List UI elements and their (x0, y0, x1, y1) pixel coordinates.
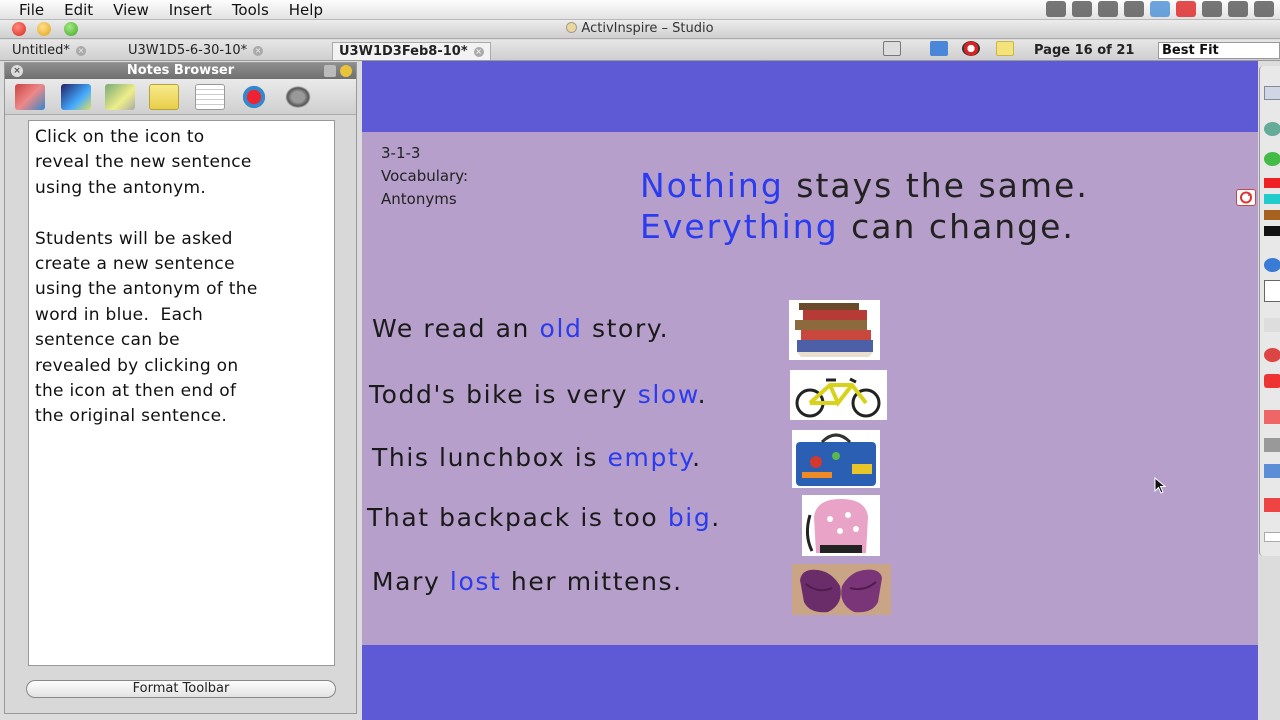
headline-line-2: Everything can change. (640, 207, 1075, 246)
close-tab-icon[interactable]: × (75, 46, 86, 56)
antonym-word: slow (637, 380, 698, 409)
color-brown-swatch[interactable] (1264, 210, 1280, 220)
resource-browser-icon[interactable] (61, 84, 91, 110)
headline: Nothing stays the same. Everything can c… (640, 165, 1089, 247)
dropbox-icon[interactable] (1150, 1, 1170, 17)
window-title: ActivInspire – Studio (0, 21, 1280, 36)
tab-u3w1d5[interactable]: U3W1D5-6-30-10* × (128, 42, 264, 60)
sentence-2[interactable]: Todd's bike is very slow. (369, 380, 707, 409)
zoom-select[interactable]: Best Fit (1158, 42, 1280, 59)
webcam-icon[interactable] (1098, 1, 1118, 17)
no-entry-icon[interactable] (962, 41, 980, 56)
page-browser-icon[interactable] (15, 84, 45, 110)
sentence-5[interactable]: Mary lost her mittens. (372, 567, 683, 596)
bicycle-image[interactable] (790, 370, 887, 420)
menu-edit[interactable]: Edit (54, 0, 103, 20)
select-tool-icon[interactable] (1264, 258, 1280, 272)
notes-browser-icon[interactable] (149, 84, 179, 110)
lesson-subject: Vocabulary: (381, 167, 469, 185)
time-machine-icon[interactable] (1254, 1, 1274, 17)
fill-icon[interactable] (1264, 464, 1280, 478)
sentence-3[interactable]: This lunchbox is empty. (372, 443, 702, 472)
note-text: Click on the icon to reveal the new sent… (35, 127, 258, 427)
display-icon[interactable] (1228, 1, 1248, 17)
panel-pin-icon[interactable] (340, 65, 352, 77)
sticky-note-icon[interactable] (996, 41, 1014, 56)
refresh-action-icon[interactable] (1236, 189, 1256, 206)
books-image[interactable] (789, 300, 880, 360)
x-status-icon[interactable] (1176, 1, 1196, 17)
close-tab-icon[interactable]: × (253, 46, 264, 56)
lesson-meta: 3-1-3 Vocabulary: Antonyms (381, 142, 468, 211)
headline-line-1: Nothing stays the same. (640, 166, 1089, 205)
forward-icon[interactable] (1264, 152, 1280, 166)
antonym-word: lost (449, 567, 502, 596)
sentence-4[interactable]: That backpack is too big. (367, 503, 721, 532)
antonym-word: big (667, 503, 712, 532)
delete-icon[interactable] (1264, 498, 1280, 512)
color-cyan-swatch[interactable] (1264, 194, 1280, 204)
menu-bar: File Edit View Insert Tools Help (0, 0, 1280, 20)
status-icon[interactable] (1046, 1, 1066, 17)
menu-extras (1046, 1, 1274, 17)
menu-help[interactable]: Help (279, 0, 333, 20)
notes-browser-panel: × Notes Browser Click on the icon to rev… (4, 62, 357, 714)
format-toolbar-button[interactable]: Format Toolbar (26, 680, 336, 698)
main-toolbox (1259, 66, 1280, 556)
pen-tool-icon[interactable] (1264, 280, 1280, 302)
menu-tools[interactable]: Tools (222, 0, 279, 20)
clear-icon[interactable] (1264, 410, 1280, 424)
color-red-swatch[interactable] (1264, 178, 1280, 188)
tab-untitled[interactable]: Untitled* × (12, 42, 86, 60)
close-panel-icon[interactable]: × (11, 65, 23, 77)
lunchbox-image[interactable] (792, 430, 880, 488)
lesson-code: 3-1-3 (381, 144, 421, 162)
connector-icon[interactable] (1264, 438, 1280, 452)
collapse-toolbox-icon[interactable] (1264, 532, 1280, 542)
close-tab-icon[interactable]: × (473, 47, 484, 57)
object-browser-icon[interactable] (105, 84, 135, 110)
window-title-bar: ActivInspire – Studio (0, 20, 1280, 39)
main-menu-icon[interactable] (1264, 86, 1280, 100)
scripts-icon[interactable] (1124, 1, 1144, 17)
shape-tool-icon[interactable] (1264, 374, 1280, 388)
page-sorter-icon[interactable] (883, 41, 901, 56)
page-indicator: Page 16 of 21 (1034, 43, 1135, 58)
antonym-word: old (539, 314, 583, 343)
document-icon (566, 22, 578, 33)
property-browser-icon[interactable] (195, 84, 225, 110)
antonym-word: empty (607, 443, 693, 472)
menu-view[interactable]: View (103, 0, 159, 20)
camera-icon[interactable] (1072, 1, 1092, 17)
tab-u3w1d3[interactable]: U3W1D3Feb8-10* × (332, 42, 491, 60)
notes-browser-header: × Notes Browser (5, 63, 356, 79)
panel-menu-icon[interactable] (324, 65, 336, 77)
browser-selector (5, 79, 356, 115)
menu-file[interactable]: File (0, 0, 54, 20)
notes-editor[interactable]: Click on the icon to reveal the new sent… (28, 120, 335, 666)
document-tab-bar: Untitled* × U3W1D5-6-30-10* × U3W1D3Feb8-1… (0, 40, 1280, 61)
highlighter-icon[interactable] (1264, 318, 1280, 332)
voting-browser-icon[interactable] (283, 84, 313, 110)
action-browser-icon[interactable] (239, 84, 269, 110)
eraser-icon[interactable] (1264, 348, 1280, 362)
menu-insert[interactable]: Insert (159, 0, 222, 20)
backpack-image[interactable] (802, 495, 880, 556)
color-black-swatch[interactable] (1264, 226, 1280, 236)
sentence-1[interactable]: We read an old story. (372, 314, 669, 343)
film-icon[interactable] (1202, 1, 1222, 17)
lesson-topic: Antonyms (381, 190, 457, 208)
mouse-cursor-icon (1154, 476, 1168, 499)
mittens-image[interactable] (792, 564, 891, 615)
back-icon[interactable] (1264, 122, 1280, 136)
grid-icon[interactable] (930, 41, 948, 56)
flipchart-canvas[interactable]: 3-1-3 Vocabulary: Antonyms Nothing stays… (362, 61, 1258, 720)
